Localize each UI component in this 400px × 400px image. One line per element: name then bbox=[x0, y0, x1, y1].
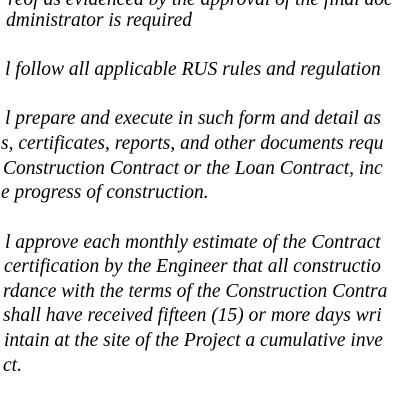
text-line: rdance with the terms of the Constructio… bbox=[3, 281, 388, 302]
text-line: l prepare and execute in such form and d… bbox=[5, 108, 382, 129]
document-page: reof as evidenced by the approval of the… bbox=[0, 0, 400, 400]
text-line: intain at the site of the Project a cumu… bbox=[4, 330, 383, 351]
text-line: shall have received fifteen (15) or more… bbox=[3, 305, 382, 326]
text-line: s, certificates, reports, and other docu… bbox=[1, 133, 384, 154]
text-line: Construction Contract or the Loan Contra… bbox=[3, 158, 383, 179]
text-line: ct. bbox=[3, 355, 22, 376]
text-line: e progress of construction. bbox=[1, 182, 209, 203]
text-line: dministrator is required bbox=[6, 10, 192, 31]
text-line: certification by the Engineer that all c… bbox=[4, 256, 381, 277]
text-line: l follow all applicable RUS rules and re… bbox=[5, 59, 381, 80]
text-line: l approve each monthly estimate of the C… bbox=[5, 232, 381, 253]
